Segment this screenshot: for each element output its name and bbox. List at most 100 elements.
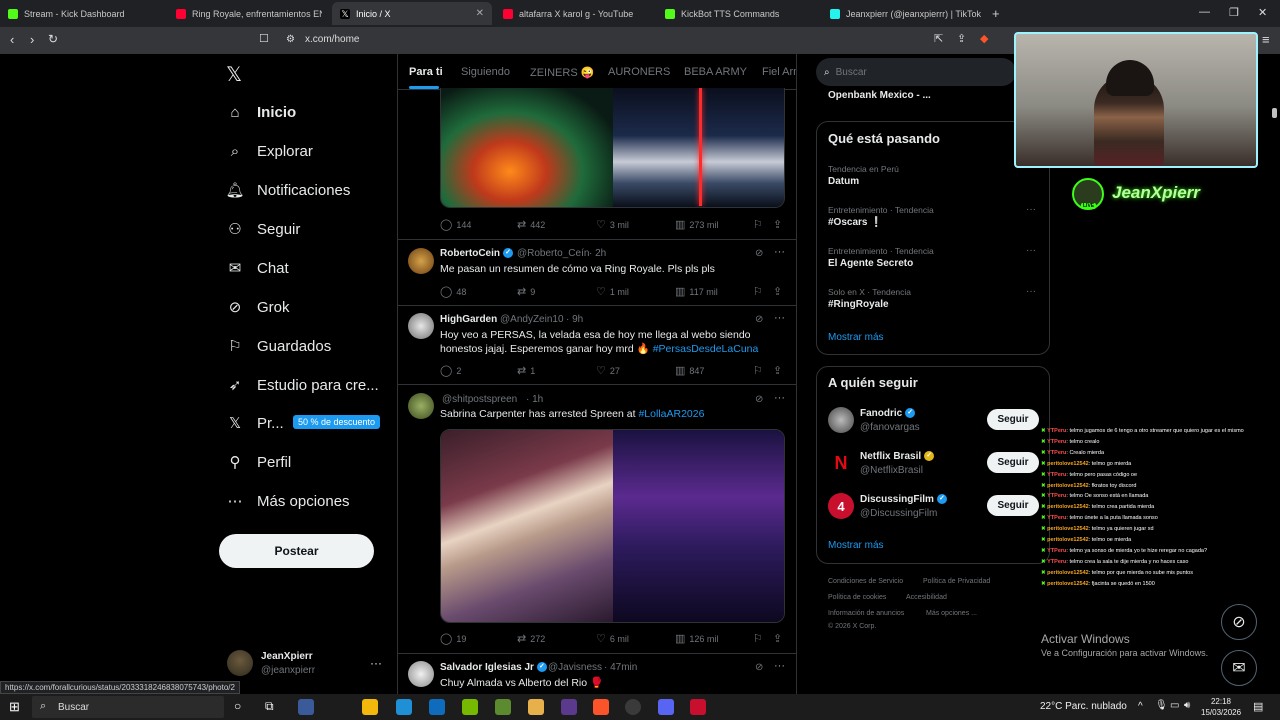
follow-name[interactable]: DiscussingFilm ✓ bbox=[860, 494, 947, 505]
cortana-icon[interactable]: ○ bbox=[234, 699, 241, 713]
views-button[interactable]: ▥ 273 mil bbox=[675, 218, 718, 231]
repost-button[interactable]: ⇄ 272 bbox=[517, 632, 545, 645]
post-handle[interactable]: @Roberto_Ceín bbox=[517, 248, 589, 259]
bookmark-button[interactable]: ⚐ bbox=[753, 285, 767, 298]
nav-home[interactable]: ⌂ Inicio bbox=[226, 97, 296, 127]
grok-fab-button[interactable]: ⊘ bbox=[1221, 604, 1257, 640]
minimize-icon[interactable]: — bbox=[1199, 6, 1210, 18]
weather-widget[interactable]: 22°C Parc. nublado bbox=[1040, 701, 1127, 712]
minecraft-icon[interactable] bbox=[495, 699, 511, 715]
site-info-icon[interactable]: ⚙ bbox=[286, 34, 295, 45]
folder-icon[interactable] bbox=[528, 699, 544, 715]
browser-tab[interactable]: Ring Royale, enfrentamientos EN VIVO bbox=[168, 2, 332, 25]
grok-icon[interactable]: ⊘ bbox=[755, 394, 763, 405]
media-image[interactable] bbox=[613, 88, 784, 207]
app-icon[interactable] bbox=[690, 699, 706, 715]
more-icon[interactable]: ··· bbox=[1026, 245, 1036, 256]
post-author[interactable]: Salvador Iglesias Jr ✓ bbox=[440, 662, 547, 673]
share-button[interactable]: ⇪ bbox=[773, 218, 786, 231]
share-button[interactable]: ⇪ bbox=[773, 364, 786, 377]
more-icon[interactable]: ··· bbox=[774, 246, 785, 258]
edge-icon[interactable] bbox=[396, 699, 412, 715]
tab-auroners[interactable]: AURONERS bbox=[608, 66, 670, 78]
repost-button[interactable]: ⇄ 442 bbox=[517, 218, 545, 231]
nav-bookmarks[interactable]: ⚐ Guardados bbox=[226, 331, 331, 361]
store-icon[interactable] bbox=[362, 699, 378, 715]
nav-explore[interactable]: ⌕ Explorar bbox=[226, 136, 313, 166]
trend-item[interactable]: El Agente Secreto bbox=[828, 258, 913, 269]
search-input[interactable]: ⌕ Buscar bbox=[816, 58, 1016, 86]
views-button[interactable]: ▥ 117 mil bbox=[675, 285, 718, 298]
discord-icon[interactable] bbox=[658, 699, 674, 715]
trend-item[interactable]: #RingRoyale bbox=[828, 299, 889, 310]
brave-icon[interactable] bbox=[593, 699, 609, 715]
app-icon[interactable] bbox=[561, 699, 577, 715]
reply-button[interactable]: ◯ 48 bbox=[440, 285, 466, 298]
like-button[interactable]: ♡ 1 mil bbox=[596, 285, 629, 298]
like-button[interactable]: ♡ 27 bbox=[596, 364, 620, 377]
share-button[interactable]: ⇪ bbox=[773, 285, 786, 298]
windows-start-icon[interactable]: ⊞ bbox=[9, 699, 20, 715]
mail-app-icon[interactable] bbox=[429, 699, 445, 715]
post-handle[interactable]: @Javisness bbox=[548, 662, 602, 673]
back-icon[interactable]: ‹ bbox=[10, 32, 14, 47]
volume-icon[interactable]: 🔊︎ bbox=[1184, 700, 1190, 711]
avatar[interactable] bbox=[408, 393, 434, 419]
footer-link[interactable]: Accesibilidad bbox=[906, 594, 947, 601]
tab-fiel-army[interactable]: Fiel Arm bbox=[762, 66, 796, 78]
nav-more-options[interactable]: ⋯ Más opciones bbox=[226, 486, 350, 516]
tab-following[interactable]: Siguiendo bbox=[461, 66, 510, 78]
nav-profile[interactable]: ⚲ Perfil bbox=[226, 447, 292, 477]
new-tab-icon[interactable]: + bbox=[992, 6, 1000, 21]
task-view-icon[interactable]: ⧉ bbox=[265, 699, 274, 714]
trend-snippet[interactable]: Openbank Mexico - ... bbox=[828, 90, 931, 101]
follow-button[interactable]: Seguir bbox=[987, 495, 1039, 516]
hashtag-link[interactable]: #PersasDesdeLaCuna bbox=[653, 343, 759, 355]
restore-icon[interactable]: ❐ bbox=[1229, 6, 1239, 19]
trend-item[interactable]: Datum bbox=[828, 176, 859, 187]
follow-name[interactable]: Netflix Brasil ✓ bbox=[860, 451, 935, 462]
clock[interactable]: 22:18 15/03/2026 bbox=[1201, 696, 1241, 718]
repost-button[interactable]: ⇄ 9 bbox=[517, 285, 535, 298]
bookmark-button[interactable]: ⚐ bbox=[753, 632, 767, 645]
notifications-icon[interactable]: ▤ bbox=[1253, 700, 1263, 713]
avatar[interactable] bbox=[408, 313, 434, 339]
open-external-icon[interactable]: ⇱ bbox=[934, 32, 943, 45]
footer-link[interactable]: Condiciones de Servicio bbox=[828, 578, 903, 585]
post-time[interactable]: · 9h bbox=[566, 314, 583, 325]
post-author[interactable]: RobertoCein ✓ bbox=[440, 248, 513, 259]
more-icon[interactable]: ··· bbox=[370, 656, 382, 670]
post-author[interactable]: HighGarden bbox=[440, 314, 497, 325]
netflix-logo-icon[interactable]: N bbox=[828, 450, 854, 476]
more-icon[interactable]: ··· bbox=[1026, 286, 1036, 297]
avatar[interactable] bbox=[227, 650, 253, 676]
nvidia-icon[interactable] bbox=[462, 699, 478, 715]
post-handle[interactable]: @AndyZein10 bbox=[500, 314, 564, 325]
x-logo-icon[interactable]: 𝕏 bbox=[226, 62, 242, 87]
post-media[interactable] bbox=[440, 429, 785, 623]
footer-link[interactable]: Política de Privacidad bbox=[923, 578, 990, 585]
browser-tab[interactable]: KickBot TTS Commands bbox=[657, 2, 821, 25]
follow-button[interactable]: Seguir bbox=[987, 452, 1039, 473]
browser-tab[interactable]: altafarra X karol g - YouTube bbox=[495, 2, 655, 25]
browser-tab[interactable]: Jeanxpierr (@jeanxpierrr) | TikTok bbox=[822, 2, 988, 25]
like-button[interactable]: ♡ 6 mil bbox=[596, 632, 629, 645]
nav-grok[interactable]: ⊘ Grok bbox=[226, 292, 290, 322]
post-handle[interactable]: @shitpostspreen bbox=[442, 394, 517, 405]
app-icon[interactable] bbox=[298, 699, 314, 715]
grok-icon[interactable]: ⊘ bbox=[755, 314, 763, 325]
views-button[interactable]: ▥ 847 bbox=[675, 364, 704, 377]
network-icon[interactable]: ▭ bbox=[1170, 700, 1179, 711]
more-icon[interactable]: ··· bbox=[774, 660, 785, 672]
more-icon[interactable]: ··· bbox=[774, 392, 785, 404]
share-button[interactable]: ⇪ bbox=[773, 632, 786, 645]
nav-chat[interactable]: ✉ Chat bbox=[226, 253, 289, 283]
close-icon[interactable]: ✕ bbox=[476, 8, 484, 19]
avatar[interactable] bbox=[828, 407, 854, 433]
post-time[interactable]: · 1h bbox=[526, 394, 543, 405]
tray-chevron-icon[interactable]: ^ bbox=[1138, 701, 1143, 712]
grok-icon[interactable]: ⊘ bbox=[755, 248, 763, 259]
tab-beba-army[interactable]: BEBA ARMY bbox=[684, 66, 747, 78]
browser-tab[interactable]: Stream - Kick Dashboard bbox=[0, 2, 168, 25]
close-window-icon[interactable]: ✕ bbox=[1258, 6, 1267, 19]
